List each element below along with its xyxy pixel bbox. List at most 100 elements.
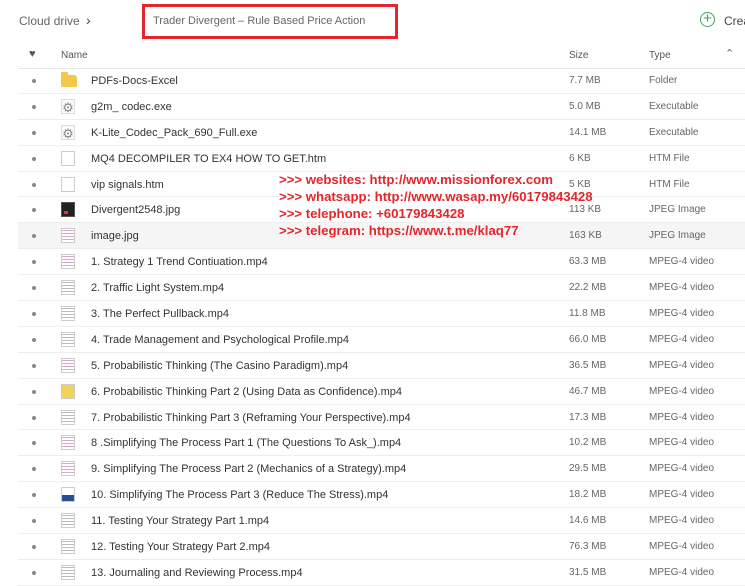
file-row[interactable]: 3. The Perfect Pullback.mp4 11.8 MB MPEG-4… [18,301,745,327]
file-row[interactable]: 11. Testing Your Strategy Part 1.mp4 14.6… [18,508,745,535]
bullet-icon [32,389,36,394]
bullet-icon [32,260,36,265]
file-type: Folder [649,75,678,86]
file-name[interactable]: MQ4 DECOMPILER TO EX4 HOW TO GET.htm [91,153,326,165]
file-row[interactable]: 12. Testing Your Strategy Part 2.mp4 76.3… [18,534,745,560]
file-size: 29.5 MB [569,463,607,475]
file-size: 63.3 MB [569,256,607,268]
file-name[interactable]: 3. The Perfect Pullback.mp4 [91,308,229,320]
file-name[interactable]: 5. Probabilistic Thinking (The Casino Pa… [91,360,348,372]
file-row[interactable]: 2. Traffic Light System.mp4 22.2 MB MPEG-4… [18,275,745,302]
file-name[interactable]: 1. Strategy 1 Trend Contiuation.mp4 [91,256,268,268]
bullet-icon [32,130,36,135]
file-list: PDFs-Docs-Excel 7.7 MB Folder ⚙ g2m_ codec.… [18,68,745,586]
file-name[interactable]: Divergent2548.jpg [91,204,180,216]
bullet-icon [32,570,36,575]
file-row[interactable]: 10. Simplifying The Process Part 3 (Redu… [18,482,745,509]
breadcrumb-cloud-drive[interactable]: Cloud drive [19,14,80,28]
file-name[interactable]: 13. Journaling and Reviewing Process.mp4 [91,567,303,579]
file-row[interactable]: 8 .Simplifying The Process Part 1 (The Q… [18,430,745,457]
file-row[interactable]: ⚙ K-Lite_Codec_Pack_690_Full.exe 14.1 MB Ex… [18,120,745,146]
bullet-icon [32,286,36,291]
file-name[interactable]: 6. Probabilistic Thinking Part 2 (Using … [91,386,402,398]
bullet-icon [32,312,36,317]
file-size: 6 KB [569,152,591,164]
file-size: 14.1 MB [569,126,607,138]
file-type: MPEG-4 video [649,385,715,397]
video-thumbnail-icon [61,409,75,425]
file-name[interactable]: 7. Probabilistic Thinking Part 3 (Refram… [91,412,411,424]
video-thumbnail-icon [61,357,75,373]
file-row[interactable]: 7. Probabilistic Thinking Part 3 (Refram… [18,405,745,431]
file-type: HTM File [649,152,690,164]
gear-icon: ⚙ [61,124,75,141]
contact-overlay: >>> websites: http://www.missionforex.co… [279,171,593,239]
file-name[interactable]: 2. Traffic Light System.mp4 [91,282,224,294]
file-size: 76.3 MB [569,541,607,553]
file-type: JPEG Image [649,230,706,242]
video-thumbnail-icon [61,539,75,555]
file-name[interactable]: 9. Simplifying The Process Part 2 (Mecha… [91,463,406,475]
video-thumbnail-icon [61,331,75,347]
file-row[interactable]: ⚙ g2m_ codec.exe 5.0 MB Executable [18,94,745,120]
file-name[interactable]: 4. Trade Management and Psychological Pr… [91,334,349,346]
file-type: HTM File [649,178,690,190]
file-name[interactable]: vip signals.htm [91,179,164,191]
file-row[interactable]: 9. Simplifying The Process Part 2 (Mecha… [18,456,745,483]
column-header-name[interactable]: Name [61,50,88,61]
column-header-type[interactable]: Type [649,50,671,61]
file-name[interactable]: 10. Simplifying The Process Part 3 (Redu… [91,489,388,501]
file-row[interactable]: 1. Strategy 1 Trend Contiuation.mp4 63.3 … [18,249,745,276]
file-row[interactable]: 5. Probabilistic Thinking (The Casino Pa… [18,353,745,379]
file-row[interactable]: 6. Probabilistic Thinking Part 2 (Using … [18,379,745,405]
document-icon [61,176,75,192]
file-type: MPEG-4 video [649,515,715,527]
breadcrumb-current-folder: Trader Divergent – Rule Based Price Acti… [153,15,366,27]
file-row[interactable]: 13. Journaling and Reviewing Process.mp4… [18,560,745,586]
file-size: 31.5 MB [569,566,607,578]
create-button[interactable]: Crea [724,14,745,28]
file-size: 17.3 MB [569,411,607,423]
bullet-icon [32,441,36,446]
file-row[interactable]: 4. Trade Management and Psychological Pr… [18,327,745,353]
sort-chevron-up-icon[interactable]: ⌃ [725,47,734,60]
video-thumbnail-icon [61,513,75,529]
file-size: 11.8 MB [569,308,606,320]
file-type: MPEG-4 video [649,282,715,294]
file-name[interactable]: 11. Testing Your Strategy Part 1.mp4 [91,515,269,527]
bullet-icon [32,545,36,550]
folder-icon [61,72,77,87]
file-row[interactable]: MQ4 DECOMPILER TO EX4 HOW TO GET.htm 6 KB… [18,146,745,172]
video-thumbnail-icon [61,461,75,477]
overlay-whatsapp-line: >>> whatsapp: http://www.wasap.my/601798… [279,189,593,204]
plus-circle-icon[interactable]: + [700,11,715,27]
file-size: 22.2 MB [569,282,607,294]
file-name[interactable]: 12. Testing Your Strategy Part 2.mp4 [91,541,270,553]
file-row[interactable]: PDFs-Docs-Excel 7.7 MB Folder [18,68,745,94]
column-header-size[interactable]: Size [569,50,588,61]
file-name[interactable]: image.jpg [91,230,139,242]
file-name[interactable]: 8 .Simplifying The Process Part 1 (The Q… [91,437,401,449]
file-size: 7.7 MB [569,75,601,86]
video-thumbnail-icon [61,280,75,296]
bullet-icon [32,467,36,472]
file-name[interactable]: PDFs-Docs-Excel [91,75,178,87]
file-type: MPEG-4 video [649,411,715,423]
video-thumbnail-icon [61,383,75,399]
file-name[interactable]: g2m_ codec.exe [91,101,172,113]
breadcrumb-chevron-icon: › [86,12,91,28]
bullet-icon [32,519,36,524]
overlay-telephone-line: >>> telephone: +60179843428 [279,206,465,221]
video-thumbnail-icon [61,435,75,451]
file-type: MPEG-4 video [649,437,715,449]
heart-icon[interactable]: ♥ [29,48,36,60]
file-type: MPEG-4 video [649,541,715,553]
file-size: 14.6 MB [569,515,607,527]
overlay-telegram-line: >>> telegram: https://www.t.me/klaq77 [279,223,519,238]
bullet-icon [32,337,36,342]
file-name[interactable]: K-Lite_Codec_Pack_690_Full.exe [91,127,257,139]
document-icon [61,150,75,166]
file-type: Executable [649,100,699,112]
bullet-icon [32,79,36,83]
bullet-icon [32,415,36,420]
